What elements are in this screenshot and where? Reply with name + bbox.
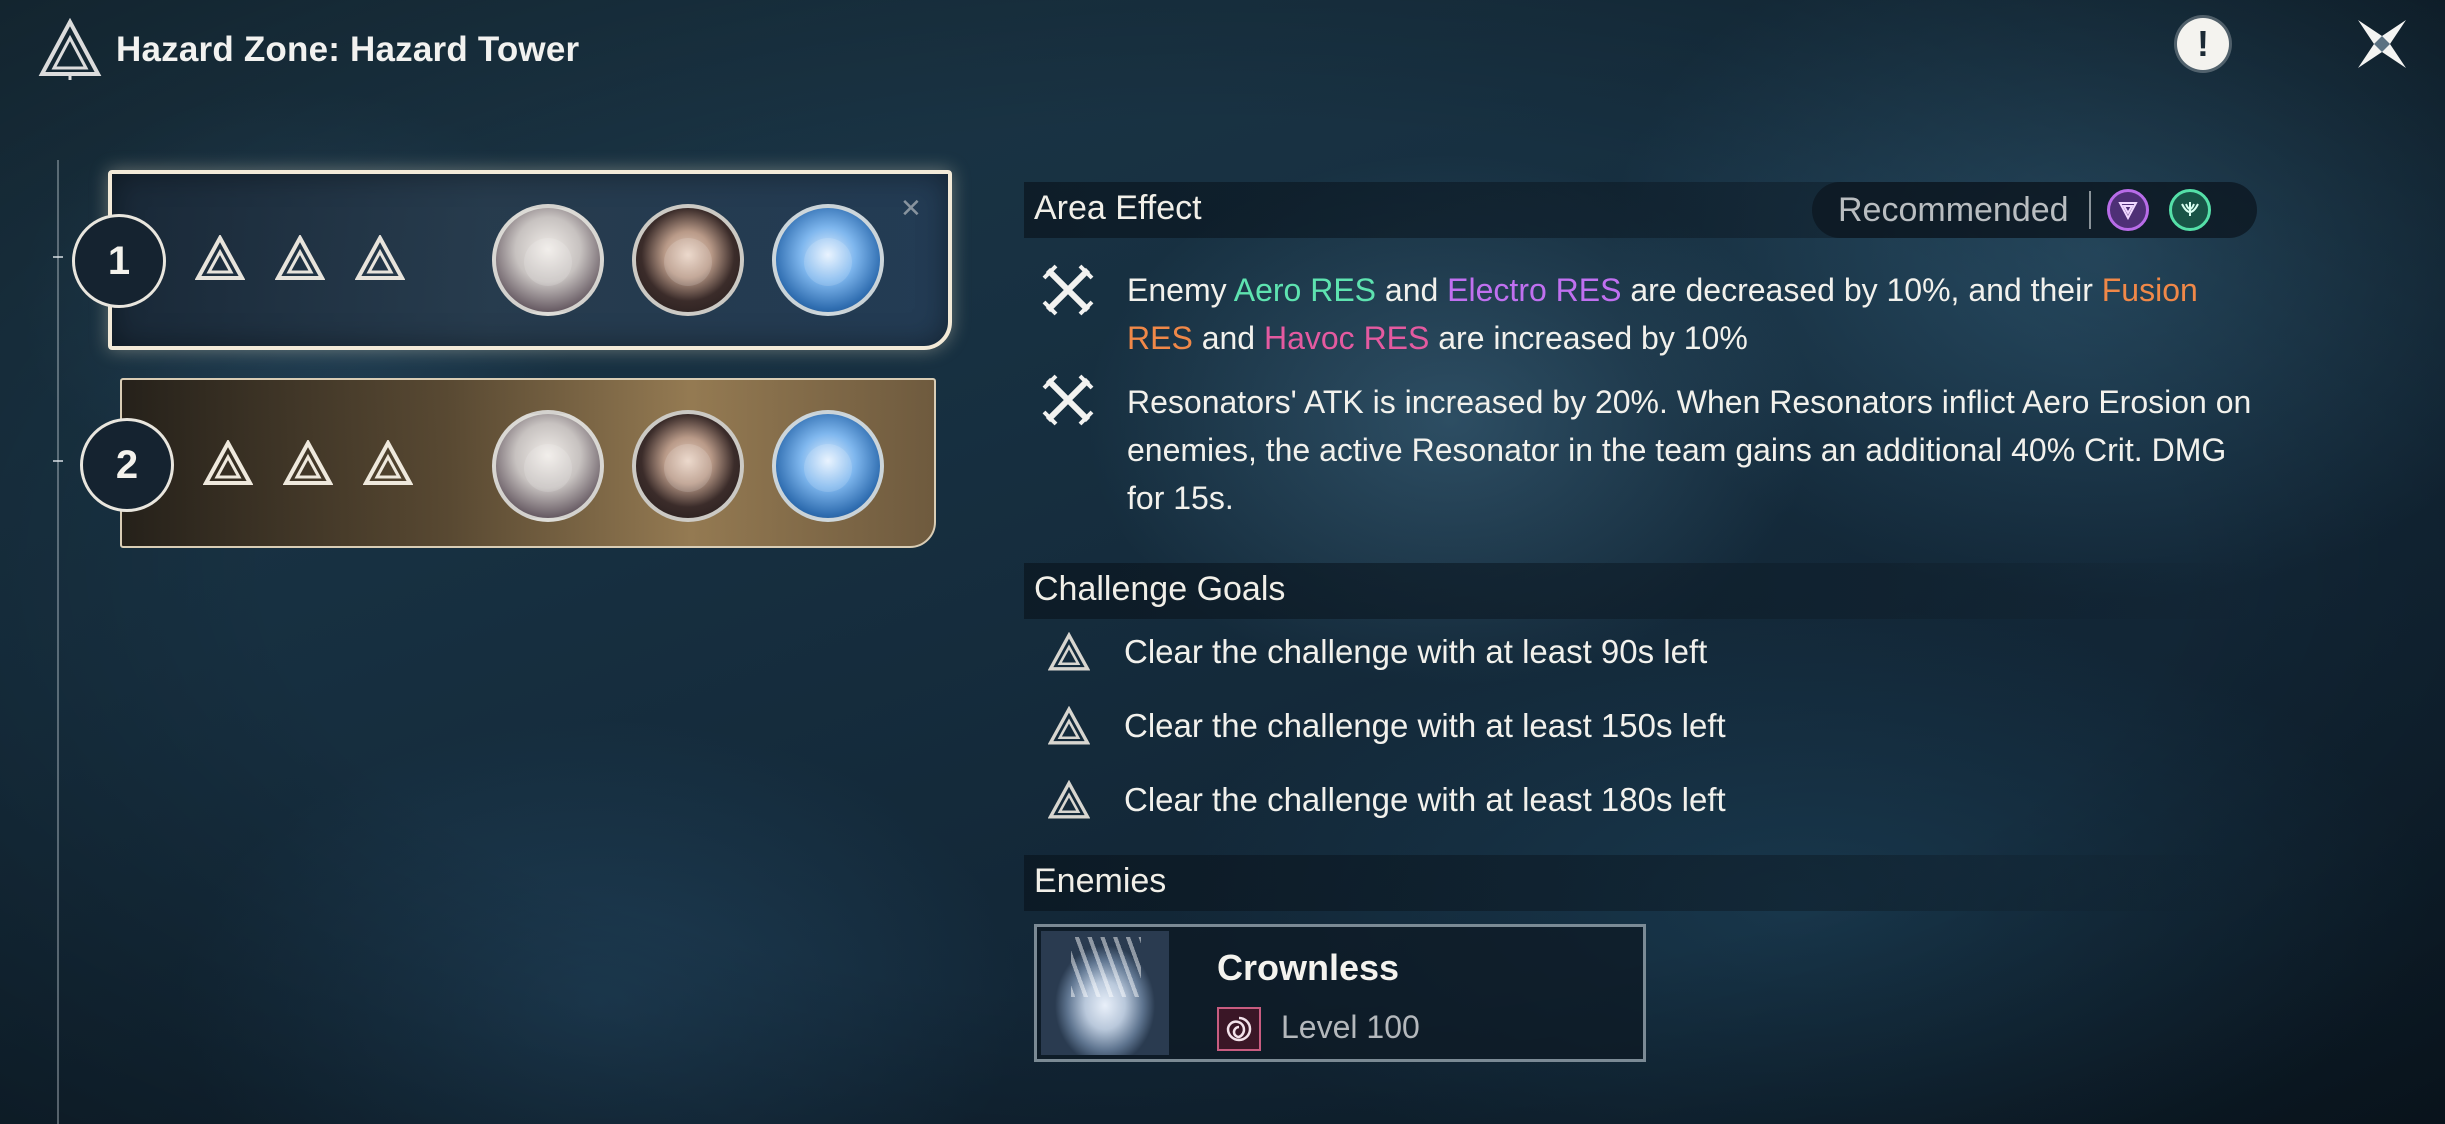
crossed-swords-icon xyxy=(1042,374,1094,426)
header: Hazard Zone: Hazard Tower xyxy=(38,18,579,82)
stage-1-stars xyxy=(195,235,405,281)
resonator-avatar xyxy=(492,410,604,522)
challenge-goals-title: Challenge Goals xyxy=(1034,570,1286,608)
area-effect-1: Enemy Aero RES and Electro RES are decre… xyxy=(1127,266,2257,362)
effect-text: are decreased by 10%, and their xyxy=(1621,272,2102,308)
electro-res-keyword: Electro RES xyxy=(1447,272,1622,308)
recommended-elements: Recommended xyxy=(1812,182,2257,238)
info-button[interactable]: ! xyxy=(2177,18,2229,70)
enemy-portrait xyxy=(1041,931,1169,1055)
enemy-card[interactable]: Crownless Level 100 xyxy=(1034,924,1646,1062)
goal-text: Clear the challenge with at least 180s l… xyxy=(1124,781,1726,818)
star-icon xyxy=(275,235,325,280)
enemies-title: Enemies xyxy=(1034,862,1167,900)
page-title: Hazard Zone: Hazard Tower xyxy=(116,30,580,69)
star-icon xyxy=(283,440,333,485)
resonator-avatar xyxy=(772,410,884,522)
timeline-tick xyxy=(53,460,63,462)
resonator-avatar xyxy=(772,204,884,316)
star-icon xyxy=(363,440,413,485)
resonator-avatar xyxy=(632,410,744,522)
effect-text: Enemy xyxy=(1127,272,1234,308)
goal-star-icon xyxy=(1048,780,1090,819)
stage-number-1: 1 xyxy=(72,214,166,308)
aero-res-keyword: Aero RES xyxy=(1233,272,1376,308)
goal-item: Clear the challenge with at least 90s le… xyxy=(1048,632,1707,672)
stage-timeline xyxy=(57,160,59,1124)
star-icon xyxy=(203,440,253,485)
exclamation-icon: ! xyxy=(2197,23,2209,64)
enemy-name: Crownless xyxy=(1217,947,1400,988)
goal-star-icon xyxy=(1048,706,1090,745)
timeline-tick xyxy=(53,256,63,258)
area-effect-title: Area Effect xyxy=(1034,189,1202,227)
area-effect-2: Resonators' ATK is increased by 20%. Whe… xyxy=(1127,384,2252,516)
resonator-avatar xyxy=(632,204,744,316)
separator xyxy=(2088,191,2091,229)
goal-item: Clear the challenge with at least 180s l… xyxy=(1048,780,1726,820)
goal-item: Clear the challenge with at least 150s l… xyxy=(1048,706,1726,746)
goal-text: Clear the challenge with at least 150s l… xyxy=(1124,707,1726,744)
close-icon xyxy=(2358,20,2406,68)
effect-text: and xyxy=(1376,272,1448,308)
star-icon xyxy=(195,235,245,280)
stage-2-team xyxy=(492,410,884,522)
electro-icon xyxy=(2106,189,2149,231)
star-icon xyxy=(355,235,405,280)
enemies-header xyxy=(1024,855,2254,911)
stage-1-team xyxy=(492,204,884,316)
havoc-res-keyword: Havoc RES xyxy=(1263,320,1430,356)
stage-number-2: 2 xyxy=(80,418,174,512)
corner-deco-icon: ✕ xyxy=(900,193,922,223)
enemy-level: Level 100 xyxy=(1281,1009,1420,1045)
close-button[interactable] xyxy=(2352,14,2412,74)
crossed-swords-icon xyxy=(1042,264,1094,316)
recommended-label: Recommended xyxy=(1838,190,2069,229)
aero-icon xyxy=(2168,189,2211,231)
havoc-spiral-icon xyxy=(1217,1007,1261,1051)
effect-text: are increased by 10% xyxy=(1429,320,1748,356)
resonator-avatar xyxy=(492,204,604,316)
goal-text: Clear the challenge with at least 90s le… xyxy=(1124,633,1708,670)
effect-text: and xyxy=(1192,320,1264,356)
stage-2-stars xyxy=(203,440,413,486)
tower-logo-icon xyxy=(38,18,102,82)
goal-star-icon xyxy=(1048,632,1090,671)
